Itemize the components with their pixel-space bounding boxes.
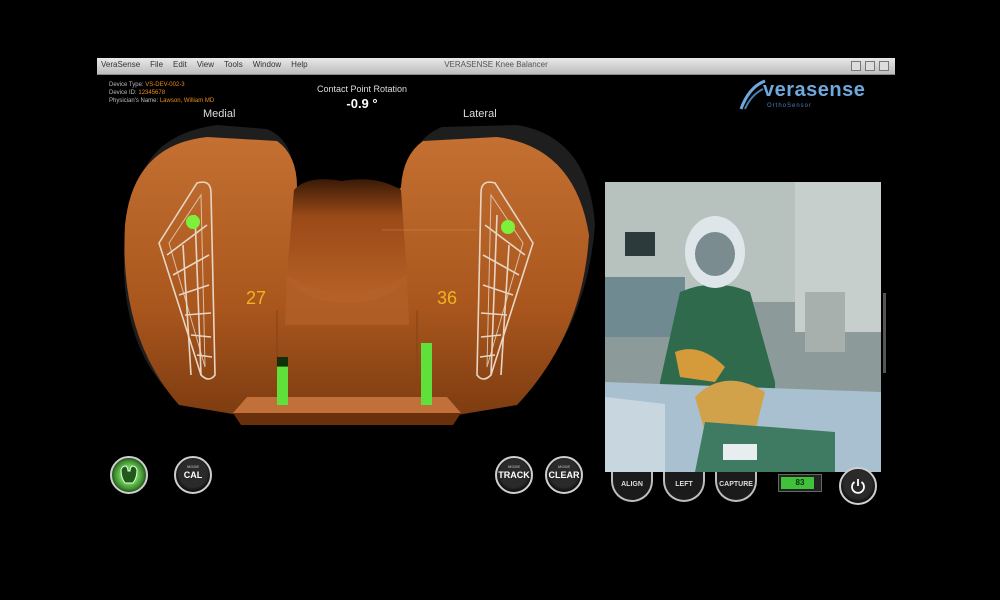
window-title: VERASENSE Knee Balancer	[444, 60, 548, 69]
knee-mode-button[interactable]	[110, 456, 148, 494]
power-button[interactable]	[839, 467, 877, 505]
lateral-contact-point	[501, 220, 515, 234]
app-area: Device Type: VS-DEV-002-3 Device ID: 123…	[97, 75, 895, 525]
align-button[interactable]: ALIGN	[611, 472, 653, 502]
lateral-load-value: 36	[437, 288, 458, 308]
minimize-button[interactable]	[851, 61, 861, 71]
power-icon	[851, 479, 865, 494]
maximize-button[interactable]	[865, 61, 875, 71]
screen: VeraSense File Edit View Tools Window Help VER…	[0, 0, 1000, 600]
medial-load-bar	[277, 366, 288, 405]
window-titlebar: VeraSense File Edit View Tools Window Help VER…	[97, 58, 895, 75]
video-frame	[605, 182, 881, 472]
video-scrollbar[interactable]	[883, 293, 886, 373]
window-controls	[851, 61, 889, 71]
knee-insert-icon	[120, 465, 138, 484]
cal-button[interactable]: MODE CAL	[174, 456, 212, 494]
left-button[interactable]: LEFT	[663, 472, 705, 502]
lateral-load-bar	[421, 343, 432, 405]
track-button[interactable]: MODE TRACK	[495, 456, 533, 494]
close-button[interactable]	[879, 61, 889, 71]
logo-tagline: OrthoSensor	[767, 103, 813, 109]
clear-button[interactable]: MODE CLEAR	[545, 456, 583, 494]
medial-load-value: 27	[246, 288, 267, 308]
logo-brand: verasense	[763, 79, 866, 101]
battery-value: 83	[795, 478, 805, 487]
battery-indicator: 83	[778, 474, 822, 492]
capture-button[interactable]: CAPTURE	[715, 472, 757, 502]
verasense-logo: verasense OrthoSensor	[737, 79, 887, 117]
medial-contact-point	[186, 215, 200, 229]
tibial-insert-graphic	[123, 125, 596, 425]
operating-room-video	[605, 182, 881, 472]
